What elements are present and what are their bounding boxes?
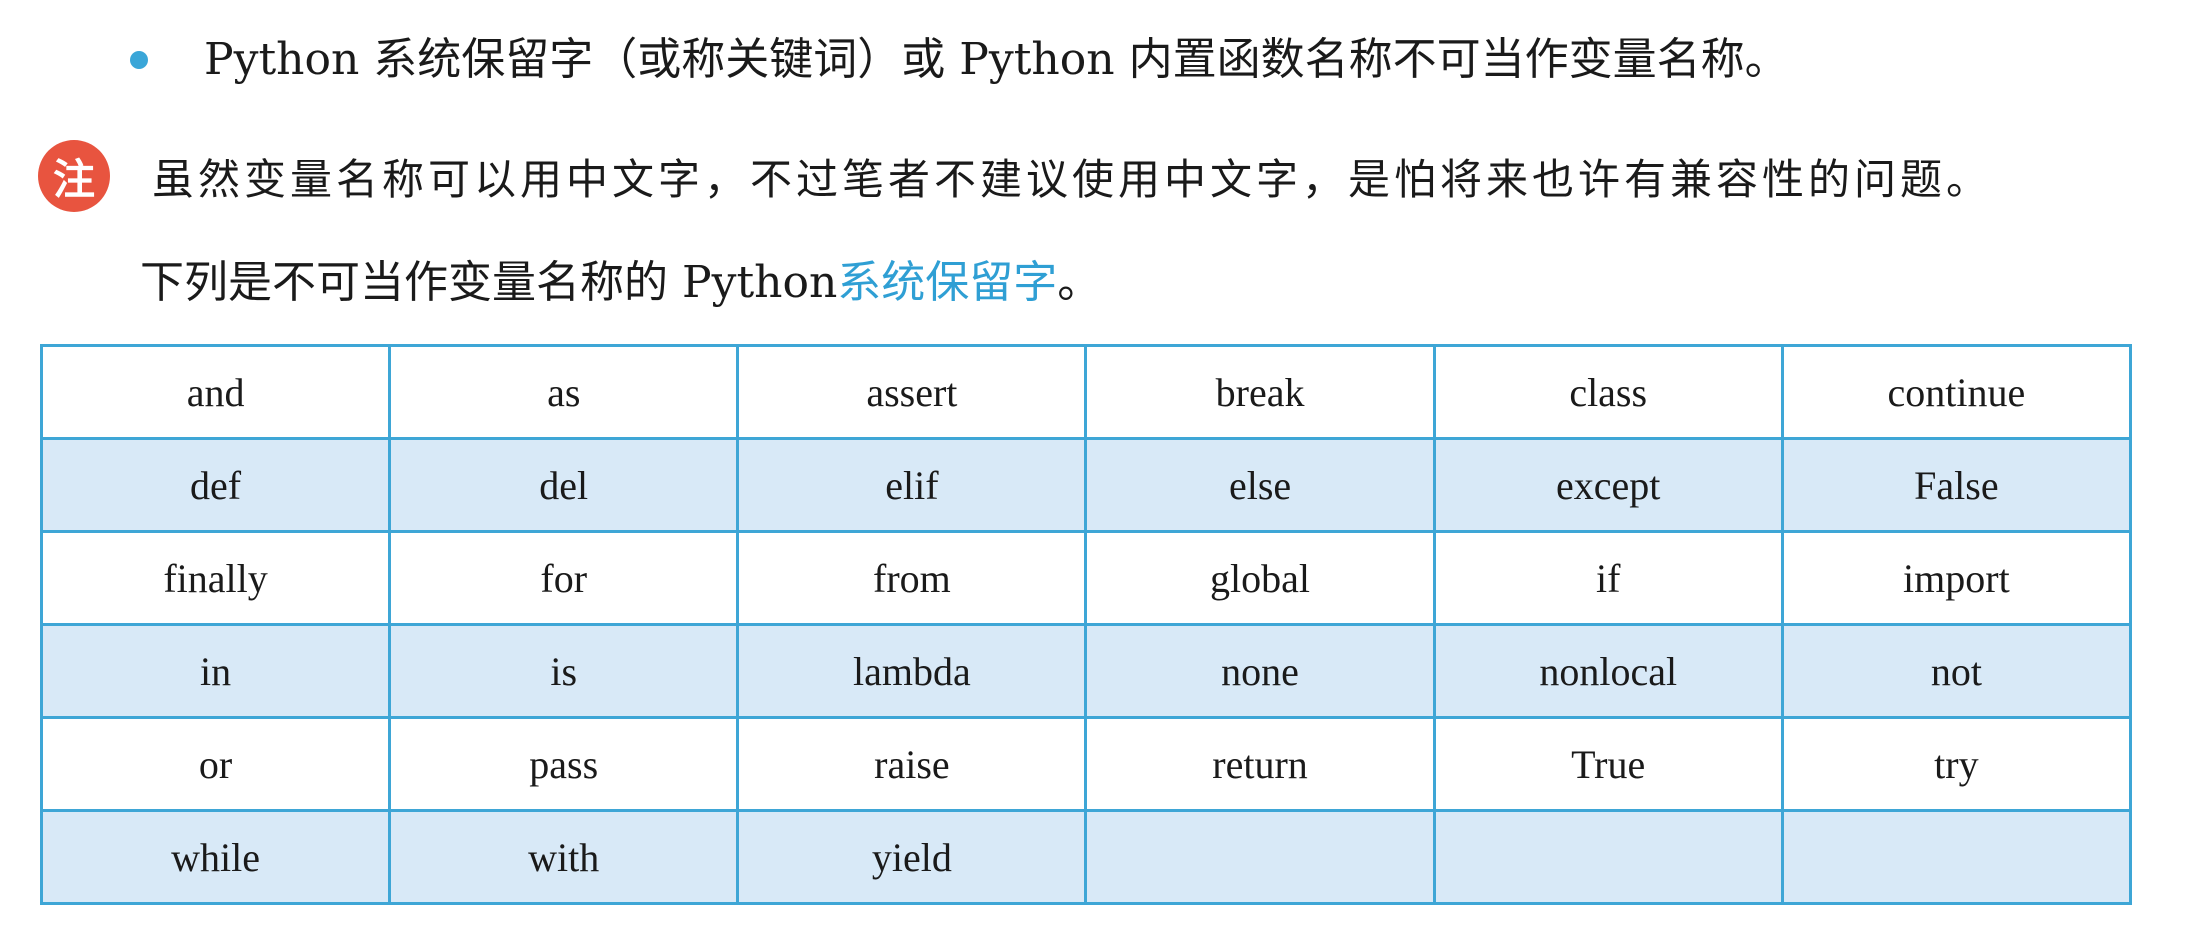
table-cell: nonlocal — [1432, 623, 1784, 719]
table-cell: return — [1084, 716, 1436, 812]
table-cell: finally — [39, 530, 392, 626]
table-cell: except — [1432, 437, 1784, 533]
table-cell: for — [388, 530, 740, 626]
note-paragraph: 注 虽然变量名称可以用中文字，不过笔者不建议使用中文字，是怕将来也许有兼容性的问… — [38, 140, 1992, 212]
table-cell: pass — [388, 716, 740, 812]
table-cell: elif — [736, 437, 1088, 533]
table-row: in is lambda none nonlocal not — [39, 623, 2133, 719]
table-cell: try — [1780, 716, 2133, 812]
bullet-dot-icon — [130, 51, 148, 69]
intro-prefix: 下列是不可当作变量名称的 Python — [140, 257, 838, 308]
table-cell: class — [1432, 344, 1784, 440]
table-cell: as — [388, 344, 740, 440]
table-cell: while — [39, 809, 392, 905]
table-cell: or — [39, 716, 392, 812]
bullet-text: Python 系统保留字（或称关键词）或 Python 内置函数名称不可当作变量… — [204, 34, 1789, 85]
table-row: finally for from global if import — [39, 530, 2133, 626]
table-cell: global — [1084, 530, 1436, 626]
table-cell: continue — [1780, 344, 2133, 440]
table-cell: yield — [736, 809, 1088, 905]
intro-suffix: 。 — [1057, 257, 1102, 308]
table-cell: assert — [736, 344, 1088, 440]
table-cell: raise — [736, 716, 1088, 812]
table-cell: lambda — [736, 623, 1088, 719]
table-cell: not — [1780, 623, 2133, 719]
table-row: or pass raise return True try — [39, 716, 2133, 812]
bullet-paragraph: Python 系统保留字（或称关键词）或 Python 内置函数名称不可当作变量… — [130, 28, 1789, 92]
table-cell: none — [1084, 623, 1436, 719]
keyword-table: and as assert break class continue def d… — [39, 344, 2133, 905]
table-cell: def — [39, 437, 392, 533]
table-cell: if — [1432, 530, 1784, 626]
table-row: def del elif else except False — [39, 437, 2133, 533]
table-cell: del — [388, 437, 740, 533]
table-row: and as assert break class continue — [39, 344, 2133, 440]
table-cell — [1780, 809, 2133, 905]
table-cell: else — [1084, 437, 1436, 533]
table-row: while with yield — [39, 809, 2133, 905]
table-cell: False — [1780, 437, 2133, 533]
table-cell: break — [1084, 344, 1436, 440]
table-cell: and — [39, 344, 392, 440]
intro-paragraph: 下列是不可当作变量名称的 Python 系统保留字 。 — [140, 246, 1101, 310]
table-cell — [1084, 809, 1436, 905]
table-cell: from — [736, 530, 1088, 626]
intro-highlight-link[interactable]: 系统保留字 — [837, 246, 1057, 310]
table-cell: with — [388, 809, 740, 905]
note-text: 虽然变量名称可以用中文字，不过笔者不建议使用中文字，是怕将来也许有兼容性的问题。 — [152, 154, 1993, 204]
note-badge-icon: 注 — [38, 140, 110, 212]
table-cell: import — [1780, 530, 2133, 626]
table-cell: True — [1432, 716, 1784, 812]
table-cell: is — [388, 623, 740, 719]
table-cell: in — [39, 623, 392, 719]
table-cell — [1432, 809, 1784, 905]
